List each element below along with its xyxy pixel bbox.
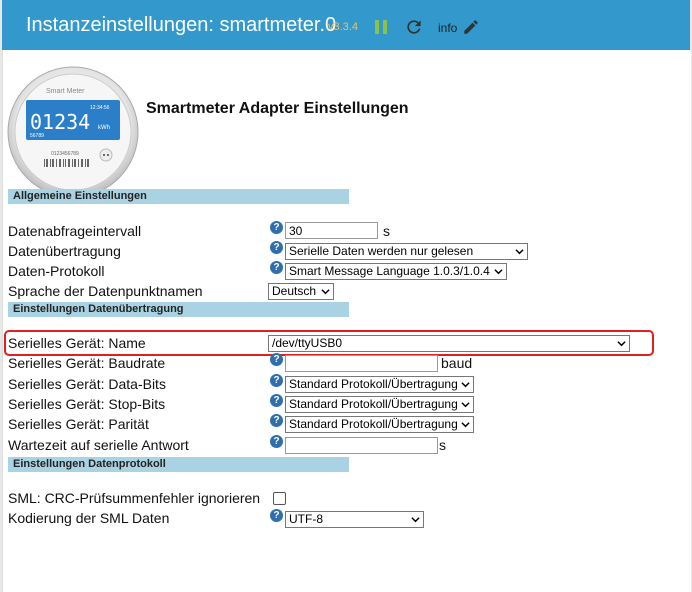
crc-label: SML: CRC-Prüfsummenfehler ignorieren [8,490,261,506]
help-icon[interactable]: ? [270,353,283,366]
help-icon[interactable]: ? [270,241,283,254]
baudrate-label: Serielles Gerät: Baudrate [8,355,166,371]
stopbits-label: Serielles Gerät: Stop-Bits [8,396,166,412]
wait-label: Wartezeit auf serielle Antwort [8,437,189,453]
databits-label: Serielles Gerät: Data-Bits [8,376,166,392]
chevron-down-icon [461,422,470,428]
parity-label: Serielles Gerät: Parität [8,416,149,432]
protocol-label: Daten-Protokoll [8,263,105,279]
databits-select[interactable]: Standard Protokoll/Übertragung [285,376,474,393]
serial-name-select[interactable]: /dev/ttyUSB0 [268,335,630,352]
interval-label: Datenabfrageintervall [8,223,142,239]
chevron-down-icon [515,249,524,255]
logo-unit: kWh [98,125,110,131]
help-icon[interactable]: ? [270,435,283,448]
encoding-label: Kodierung der SML Daten [8,510,170,526]
help-icon[interactable]: ? [270,374,283,387]
interval-unit: s [383,223,390,239]
encoding-select[interactable]: UTF-8 [285,511,424,528]
logo-brand: Smart Meter [46,88,85,95]
reload-icon[interactable] [404,17,424,37]
logo-serial: 0123456789 [51,151,79,157]
chevron-down-icon [461,382,470,388]
crc-checkbox[interactable] [273,492,286,505]
parity-select[interactable]: Standard Protokoll/Übertragung [285,416,474,433]
protocol-select[interactable]: Smart Message Language 1.0.3/1.0.4 [285,263,507,280]
section-transfer: Einstellungen Datenübertragung [8,302,349,317]
wait-unit: s [439,437,446,453]
version-badge: v3.3.4 [328,21,358,33]
chevron-down-icon [461,402,470,408]
app-header: Instanzeinstellungen: smartmeter.0 v3.3.… [2,0,690,50]
pencil-icon[interactable] [462,18,480,36]
section-general: Allgemeine Einstellungen [8,189,349,204]
help-icon[interactable]: ? [270,221,283,234]
chevron-down-icon [494,269,503,275]
page-header-title: Instanzeinstellungen: smartmeter.0 [26,14,337,36]
baudrate-unit: baud [441,355,473,371]
chevron-down-icon [411,517,420,523]
pause-icon[interactable] [375,20,388,34]
chevron-down-icon [321,289,330,295]
help-icon[interactable]: ? [270,394,283,407]
smartmeter-logo: Smart Meter 12:34:56 01234 kWh 56789 012… [7,66,139,198]
serial-name-label: Serielles Gerät: Name [8,335,146,351]
logo-reading: 01234 [30,110,90,134]
chevron-down-icon [617,341,626,347]
language-select[interactable]: Deutsch [268,283,334,300]
help-icon[interactable]: ? [270,414,283,427]
section-protocol: Einstellungen Datenprotokoll [8,457,349,472]
transfer-select[interactable]: Serielle Daten werden nur gelesen [285,243,528,260]
info-link[interactable]: info [438,21,457,35]
wait-input[interactable] [285,437,438,454]
stopbits-select[interactable]: Standard Protokoll/Übertragung [285,396,474,413]
help-icon[interactable]: ? [270,261,283,274]
baudrate-input[interactable] [285,355,438,372]
page-title: Smartmeter Adapter Einstellungen [146,100,409,117]
logo-small-number: 56789 [30,133,44,139]
logo-time: 12:34:56 [90,105,110,111]
transfer-label: Datenübertragung [8,243,121,259]
language-label: Sprache der Datenpunktnamen [8,283,203,299]
interval-input[interactable] [285,222,378,239]
help-icon[interactable]: ? [270,509,283,522]
settings-panel: Smart Meter 12:34:56 01234 kWh 56789 012… [2,50,691,592]
